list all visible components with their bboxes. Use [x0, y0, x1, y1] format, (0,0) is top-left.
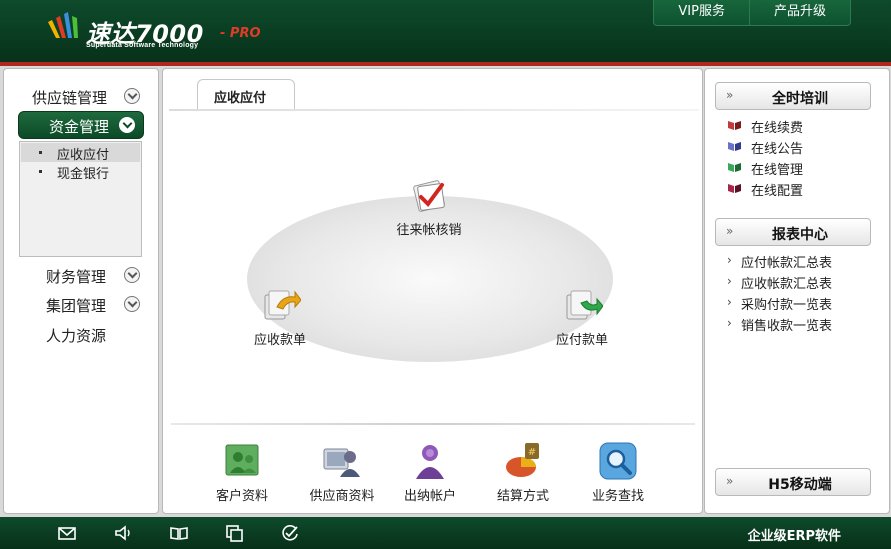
quick-divider — [171, 423, 695, 425]
report-item-label: 采购付款一览表 — [741, 298, 833, 313]
speaker-icon[interactable] — [113, 524, 133, 542]
chevron-down-icon — [119, 117, 135, 133]
quick-label: 出纳帐户 — [403, 489, 456, 504]
settlement-method-button[interactable]: # 结算方式 — [491, 441, 555, 504]
book-icon — [728, 184, 741, 193]
customers-icon — [222, 441, 262, 481]
report-center-title: 报表中心 — [772, 227, 828, 243]
app-footer: 企业级ERP软件 — [0, 517, 891, 549]
tab-receivable-payable[interactable]: 应收应付 — [197, 79, 295, 109]
suppliers-icon — [322, 441, 362, 481]
supplier-data-button[interactable]: 供应商资料 — [304, 441, 380, 504]
book-icon — [728, 163, 741, 172]
customer-data-button[interactable]: 客户资料 — [209, 441, 275, 504]
chevron-down-icon — [124, 88, 140, 104]
nav-group-finance[interactable]: 财务管理 — [4, 262, 160, 288]
ledger-check-icon — [408, 173, 450, 215]
chevron-right-icon: › — [727, 253, 732, 267]
h5-mobile-header[interactable]: » H5移动端 — [715, 468, 871, 496]
nav-subpanel: 应收应付 现金银行 — [19, 141, 142, 257]
quick-label: 供应商资料 — [309, 489, 375, 504]
receivable-voucher-icon — [259, 283, 302, 325]
training-item-label: 在线公告 — [751, 142, 804, 157]
chevron-down-icon — [124, 267, 140, 283]
bullet-icon — [39, 151, 42, 154]
payable-voucher-button[interactable]: 应付款单 — [547, 283, 617, 348]
settlement-icon: # — [503, 441, 543, 481]
nav-sub-item-cash-bank[interactable]: 现金银行 — [21, 162, 140, 182]
training-header[interactable]: » 全时培训 — [715, 82, 871, 110]
tab-underline — [169, 109, 699, 111]
business-search-button[interactable]: 业务查找 — [586, 441, 650, 504]
tab-label: 应收应付 — [214, 91, 267, 106]
training-title: 全时培训 — [772, 91, 828, 107]
receivable-voucher-button[interactable]: 应收款单 — [245, 283, 315, 348]
chevron-right-icon: › — [727, 274, 732, 288]
top-links: VIP服务 产品升级 — [653, 0, 851, 26]
right-panel: » 全时培训 在线续费 在线公告 在线管理 在线配置 » 报表中心 › 应付帐款… — [704, 68, 890, 514]
nav-group-hr[interactable]: 人力资源 — [4, 321, 160, 347]
flow-label: 应付款单 — [555, 333, 608, 348]
nav-sub-item-label: 现金银行 — [57, 167, 110, 182]
nav-group-label: 集团管理 — [46, 297, 107, 315]
svg-text:#: # — [528, 447, 536, 458]
cashier-account-button[interactable]: 出纳帐户 — [398, 441, 462, 504]
left-nav: 供应链管理 资金管理 应收应付 现金银行 财务管理 集团管理 人力资源 — [3, 68, 159, 514]
app-logo: 速达7000 - PRO Superdata Software Technolo… — [46, 10, 266, 54]
nav-group-label: 资金管理 — [49, 118, 110, 136]
training-item-label: 在线续费 — [751, 121, 804, 136]
quick-label: 客户资料 — [215, 489, 268, 504]
report-item-label: 应付帐款汇总表 — [741, 256, 833, 271]
h5-mobile-title: H5移动端 — [768, 477, 832, 493]
search-icon — [598, 441, 638, 481]
header-divider — [0, 62, 891, 66]
payable-voucher-icon — [561, 283, 604, 325]
chevron-right-icon: › — [727, 295, 732, 309]
reconcile-button[interactable]: 往来帐核销 — [389, 173, 469, 238]
cashier-icon — [410, 441, 450, 481]
nav-group-label: 财务管理 — [46, 268, 107, 286]
flow-label: 往来帐核销 — [396, 223, 462, 238]
copy-icon[interactable] — [225, 524, 245, 542]
nav-group-supply-chain[interactable]: 供应链管理 — [4, 83, 160, 109]
report-center-header[interactable]: » 报表中心 — [715, 218, 871, 246]
flow-label: 应收款单 — [253, 333, 306, 348]
check-icon[interactable] — [280, 524, 300, 542]
mail-icon[interactable] — [57, 524, 77, 542]
book-icon — [728, 142, 741, 151]
vip-service-link[interactable]: VIP服务 — [654, 0, 750, 25]
quick-label: 结算方式 — [496, 489, 549, 504]
logo-pro: - PRO — [220, 26, 261, 41]
app-header: 速达7000 - PRO Superdata Software Technolo… — [0, 0, 891, 64]
nav-sub-item-label: 应收应付 — [57, 148, 110, 163]
chevron-down-icon — [124, 296, 140, 312]
nav-group-label: 供应链管理 — [32, 89, 108, 107]
bullet-icon — [39, 170, 42, 173]
nav-group-group-management[interactable]: 集团管理 — [4, 291, 160, 317]
nav-sub-item-receivable-payable[interactable]: 应收应付 — [21, 143, 140, 163]
footer-product-label: 企业级ERP软件 — [747, 529, 841, 544]
product-upgrade-link[interactable]: 产品升级 — [750, 0, 850, 25]
report-item-label: 应收帐款汇总表 — [741, 277, 833, 292]
report-item-label: 销售收款一览表 — [741, 319, 833, 334]
training-item-label: 在线管理 — [751, 163, 804, 178]
main-panel: 应收应付 往来帐核销 应收款单 应付款单 客户资料 供应商资料 出纳帐户 # 结… — [162, 68, 703, 514]
logo-mark-icon — [48, 12, 78, 38]
nav-group-funds[interactable]: 资金管理 — [18, 111, 144, 139]
nav-group-label: 人力资源 — [46, 327, 107, 345]
logo-tagline: Superdata Software Technology — [86, 42, 199, 49]
quick-label: 业务查找 — [591, 489, 644, 504]
chevron-right-icon: › — [727, 316, 732, 330]
training-item-label: 在线配置 — [751, 184, 804, 199]
book-icon — [728, 121, 741, 130]
book-icon[interactable] — [169, 524, 189, 542]
